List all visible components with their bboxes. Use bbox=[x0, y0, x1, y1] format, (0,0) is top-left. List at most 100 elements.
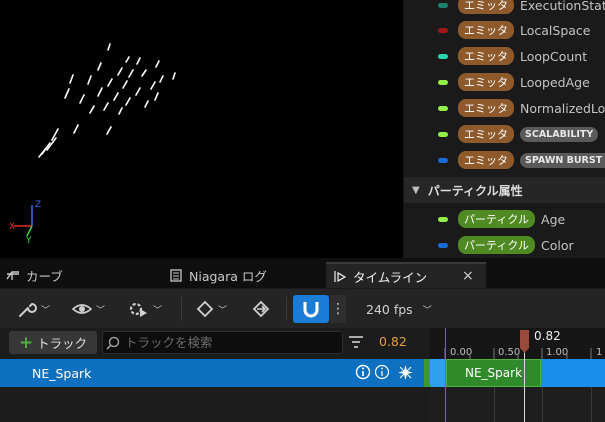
particle-sparks: Z X Y bbox=[9, 43, 176, 246]
pin-icon bbox=[438, 2, 448, 8]
emitter-tag: エミッタ bbox=[458, 151, 514, 169]
filter-icon[interactable] bbox=[349, 335, 363, 349]
svg-text:Y: Y bbox=[25, 236, 32, 246]
tab-close-icon[interactable]: × bbox=[462, 268, 474, 284]
snap-options-button[interactable]: ⋮ bbox=[330, 295, 346, 323]
axis-gizmo: Z X Y bbox=[9, 200, 41, 246]
grid-line bbox=[494, 387, 495, 422]
param-name: Age bbox=[541, 211, 566, 227]
pin-icon bbox=[438, 53, 448, 59]
pin-icon bbox=[438, 79, 448, 85]
track-lane-remainder bbox=[541, 359, 605, 387]
param-name: ExecutionStateS bbox=[520, 0, 605, 13]
snap-toggle-button[interactable] bbox=[293, 295, 329, 323]
viewport-preview[interactable]: Z X Y bbox=[0, 0, 403, 258]
particle-tag: パーティクル bbox=[458, 210, 536, 228]
collapse-triangle-icon[interactable]: ▼ bbox=[412, 185, 420, 196]
scalability-badge: SCALABILITY bbox=[520, 126, 599, 142]
pin-icon bbox=[438, 105, 448, 111]
log-icon bbox=[170, 268, 182, 282]
param-name: LocalSpace bbox=[520, 22, 591, 38]
track-list: NE_Spark bbox=[0, 358, 430, 422]
playhead-handle[interactable] bbox=[519, 330, 530, 354]
param-row[interactable]: エミッタ SPAWN BURST IN bbox=[404, 148, 605, 172]
emitter-tag: エミッタ bbox=[458, 73, 514, 91]
particle-attributes-section[interactable]: ▼ パーティクル属性 bbox=[404, 177, 605, 203]
particle-tag: パーティクル bbox=[458, 236, 536, 254]
param-row[interactable]: パーティクル Age bbox=[404, 207, 605, 231]
param-row[interactable]: パーティクル Color bbox=[404, 233, 605, 257]
more-vertical-icon: ⋮ bbox=[331, 301, 345, 317]
param-row[interactable]: エミッタ SCALABILITY Di bbox=[404, 122, 605, 146]
time-ruler[interactable]: 0.00 0.50 1.00 1 bbox=[430, 328, 605, 359]
param-row[interactable]: エミッタ LocalSpace bbox=[404, 18, 605, 42]
chevron-down-icon: ﹀ bbox=[422, 305, 432, 316]
pin-icon bbox=[438, 131, 448, 137]
plus-icon: + bbox=[18, 332, 34, 353]
param-row[interactable]: エミッタ LoopCount bbox=[404, 44, 605, 68]
pin-icon bbox=[438, 242, 448, 248]
emitter-tag: エミッタ bbox=[458, 21, 514, 39]
start-marker[interactable] bbox=[445, 328, 446, 422]
grid-line bbox=[542, 387, 543, 422]
track-search-box[interactable] bbox=[102, 331, 343, 354]
add-track-button[interactable]: + トラック bbox=[9, 331, 97, 354]
emitter-tag: エミッタ bbox=[458, 125, 514, 143]
toolbar-separator bbox=[181, 297, 182, 321]
chevron-down-icon: ﹀ bbox=[96, 305, 106, 316]
param-row[interactable]: エミッタ NormalizedLoop bbox=[404, 96, 605, 120]
ruler-ticks bbox=[444, 348, 592, 359]
track-row-ne-spark[interactable]: NE_Spark bbox=[0, 359, 424, 387]
pin-icon bbox=[438, 157, 448, 163]
tab-label: Niagara ログ bbox=[189, 268, 267, 284]
track-header: + トラック 0.82 bbox=[0, 328, 430, 358]
grid-line bbox=[591, 387, 592, 422]
svg-text:X: X bbox=[9, 222, 15, 232]
info-outline-icon[interactable] bbox=[374, 364, 390, 380]
magnet-icon bbox=[303, 302, 319, 318]
emitter-tag: エミッタ bbox=[458, 0, 514, 14]
emitter-tag: エミッタ bbox=[458, 99, 514, 117]
sparkle-icon[interactable] bbox=[397, 364, 414, 381]
info-icon[interactable] bbox=[355, 364, 371, 380]
tab-label: カーブ bbox=[26, 268, 63, 284]
fps-label: 240 fps bbox=[366, 301, 413, 317]
current-time-field[interactable]: 0.82 bbox=[379, 334, 407, 349]
tab-curve[interactable]: カーブ bbox=[6, 262, 156, 288]
playhead-time-label: 0.82 bbox=[534, 329, 561, 343]
key-diamond-icon bbox=[196, 300, 214, 318]
chevron-down-icon: ﹀ bbox=[218, 305, 228, 316]
svg-text:Z: Z bbox=[35, 200, 41, 210]
curve-icon bbox=[6, 271, 19, 280]
tab-niagara-log[interactable]: Niagara ログ bbox=[170, 262, 320, 288]
tab-bar: カーブ Niagara ログ タイムライン × bbox=[0, 258, 605, 288]
chevron-down-icon: ﹀ bbox=[41, 305, 51, 316]
param-row[interactable]: エミッタ ExecutionStateS bbox=[404, 0, 605, 17]
tab-label: タイムライン bbox=[353, 269, 428, 285]
tab-timeline[interactable]: タイムライン × bbox=[326, 262, 486, 288]
param-name: LoopCount bbox=[520, 48, 588, 64]
playback-options-dropdown[interactable]: ﹀ bbox=[126, 295, 162, 323]
track-name: NE_Spark bbox=[32, 365, 92, 381]
param-name: NormalizedLoop bbox=[520, 100, 605, 116]
spawn-burst-badge: SPAWN BURST IN bbox=[520, 152, 605, 168]
param-name: LoopedAge bbox=[520, 74, 590, 90]
view-dropdown[interactable]: ﹀ bbox=[71, 295, 105, 323]
key-dropdown[interactable]: ﹀ bbox=[195, 295, 227, 323]
gear-play-icon bbox=[129, 302, 147, 317]
tools-dropdown[interactable]: ﹀ bbox=[16, 295, 50, 323]
empty-lane bbox=[430, 387, 605, 422]
emitter-tag: エミッタ bbox=[458, 47, 514, 65]
emitter-section[interactable]: NE_Spark bbox=[446, 359, 541, 387]
add-track-label: トラック bbox=[37, 336, 88, 351]
section-label: NE_Spark bbox=[464, 366, 523, 380]
param-name: Color bbox=[541, 237, 574, 253]
track-search-input[interactable] bbox=[125, 335, 335, 350]
param-row[interactable]: エミッタ LoopedAge bbox=[404, 70, 605, 94]
fps-dropdown[interactable]: 240 fps ﹀ bbox=[366, 295, 432, 323]
eye-icon bbox=[71, 304, 93, 314]
auto-key-button[interactable] bbox=[250, 295, 272, 323]
pin-icon bbox=[438, 216, 448, 222]
sequencer-toolbar: ﹀ ﹀ ﹀ ﹀ ⋮ 240 fps ﹀ bbox=[0, 288, 605, 329]
timeline-view[interactable]: 0.00 0.50 1.00 1 NE_Spark 0.82 bbox=[430, 328, 605, 422]
